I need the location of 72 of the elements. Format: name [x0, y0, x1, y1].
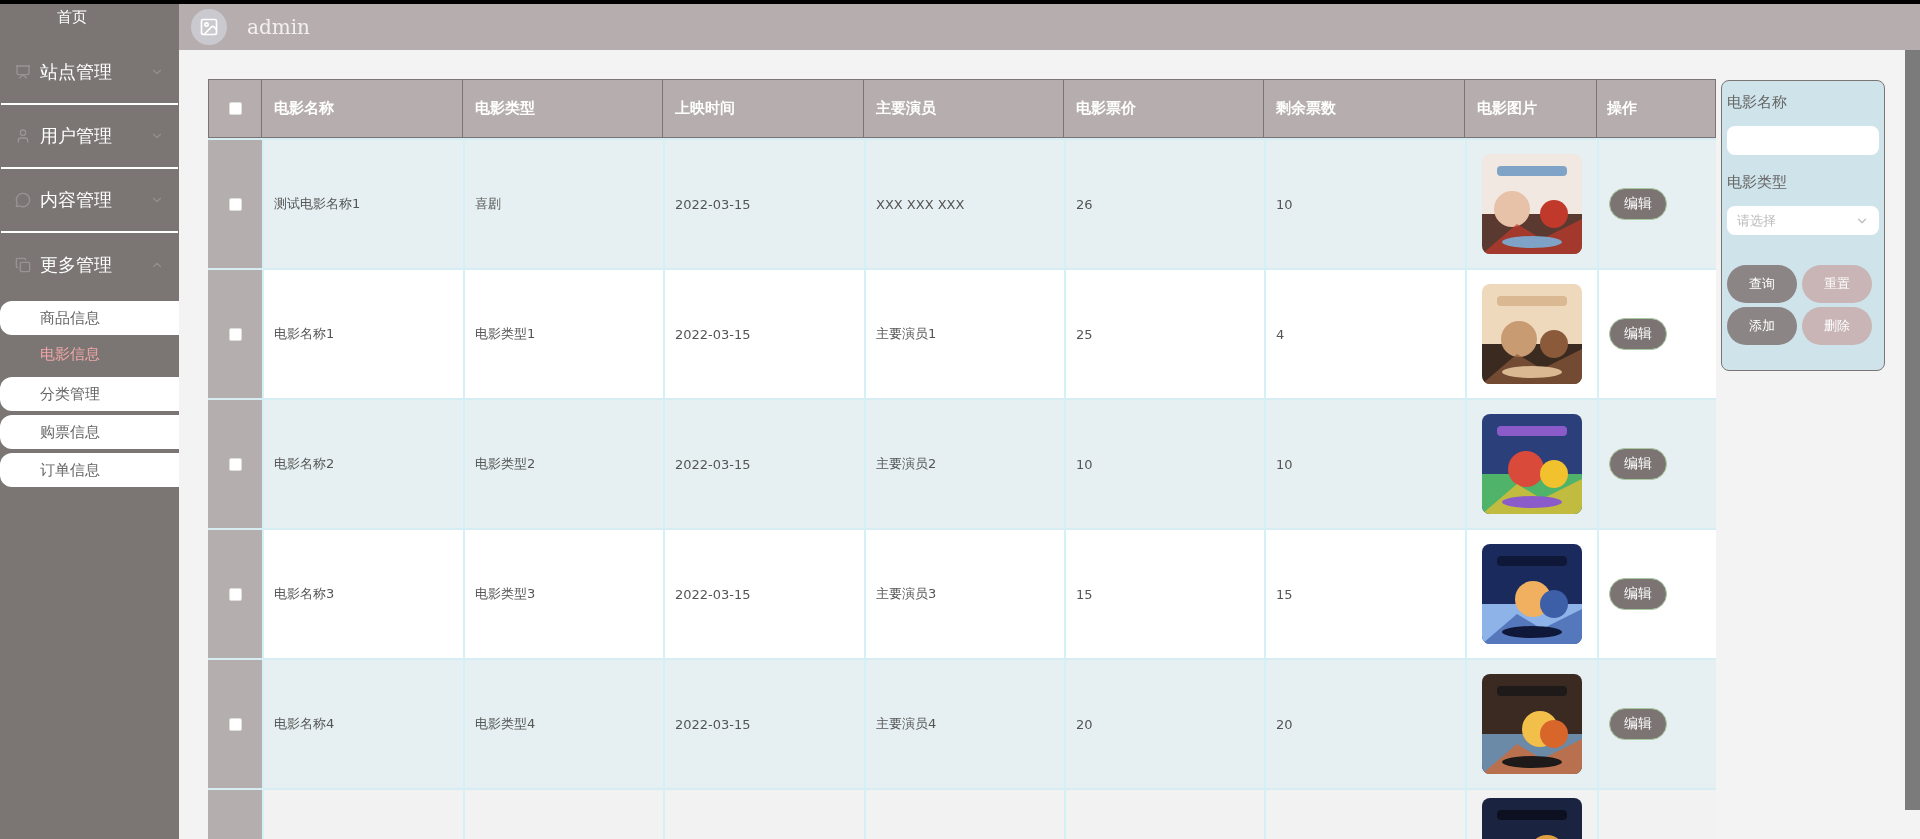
select-all-checkbox[interactable] — [228, 102, 242, 115]
table-cell: 2022-03-15 — [663, 268, 864, 398]
table-cell: 电影名称1 — [262, 268, 463, 398]
column-header: 剩余票数 — [1264, 79, 1465, 138]
menu-item[interactable]: 用户管理 — [1, 105, 178, 169]
row-checkbox[interactable] — [228, 717, 242, 731]
column-header: 电影名称 — [262, 79, 463, 138]
table-cell: 2022-03-15 — [663, 658, 864, 788]
table-cell: 电影名称2 — [262, 398, 463, 528]
table-cell: 10 — [1064, 398, 1264, 528]
field-label: 电影类型 — [1727, 173, 1788, 192]
column-header: 电影图片 — [1465, 79, 1597, 138]
user-name: admin — [247, 15, 310, 39]
edit-button[interactable]: 编辑 — [1609, 448, 1667, 480]
table-cell: 主要演员2 — [864, 398, 1064, 528]
presentation-board-icon — [15, 64, 31, 80]
row-checkbox[interactable] — [228, 327, 242, 341]
table-cell: 电影名称4 — [262, 658, 463, 788]
table-cell: 15 — [1064, 528, 1264, 658]
edit-button[interactable]: 编辑 — [1609, 578, 1667, 610]
table-cell: 电影名称3 — [262, 528, 463, 658]
table-cell: 电影类型3 — [463, 528, 663, 658]
panel-button[interactable]: 查询 — [1727, 265, 1797, 303]
table-cell: 15 — [1264, 528, 1465, 658]
table-cell: 10 — [1264, 138, 1465, 268]
column-header: 电影票价 — [1064, 79, 1264, 138]
edit-button[interactable]: 编辑 — [1609, 708, 1667, 740]
submenu-item[interactable]: 分类管理 — [0, 377, 179, 411]
table-cell: 喜剧 — [463, 138, 663, 268]
table-cell: 4 — [1264, 268, 1465, 398]
table-cell: 25 — [1064, 268, 1264, 398]
column-header: 电影类型 — [463, 79, 663, 138]
table-cell: 2022-03-15 — [663, 138, 864, 268]
avatar[interactable] — [191, 9, 227, 45]
column-header: 主要演员 — [864, 79, 1064, 138]
scrollbar[interactable] — [1905, 50, 1920, 810]
table-cell: 电影类型4 — [463, 658, 663, 788]
table-cell: 10 — [1264, 398, 1465, 528]
copy-icon — [15, 257, 31, 273]
edit-button[interactable]: 编辑 — [1609, 188, 1667, 220]
table-cell: 2022-03-15 — [663, 398, 864, 528]
submenu-item[interactable]: 电影信息 — [0, 335, 179, 373]
field-label: 电影名称 — [1727, 93, 1788, 112]
table-cell: 电影类型1 — [463, 268, 663, 398]
table-cell: 20 — [1064, 658, 1264, 788]
table-cell: 电影类型2 — [463, 398, 663, 528]
table-cell: 2022-03-15 — [663, 528, 864, 658]
row-checkbox[interactable] — [228, 197, 242, 211]
input-field[interactable] — [1727, 126, 1879, 155]
table-cell: XXX XXX XXX — [864, 138, 1064, 268]
table-cell: 26 — [1064, 138, 1264, 268]
panel-button[interactable]: 添加 — [1727, 307, 1797, 345]
table-cell: 20 — [1264, 658, 1465, 788]
submenu-item[interactable]: 商品信息 — [0, 301, 179, 335]
menu-item[interactable]: 内容管理 — [1, 169, 178, 233]
menu-item[interactable]: 更多管理 — [1, 233, 178, 297]
row-checkbox[interactable] — [228, 587, 242, 601]
menu-item[interactable]: 站点管理 — [1, 41, 178, 105]
submenu-item[interactable]: 订单信息 — [0, 453, 179, 487]
row-checkbox[interactable] — [228, 457, 242, 471]
table-cell: 主要演员4 — [864, 658, 1064, 788]
home-link[interactable]: 首页 — [0, 4, 144, 41]
column-header: 操作 — [1597, 79, 1716, 138]
image-icon — [199, 17, 219, 37]
table-cell: 主要演员3 — [864, 528, 1064, 658]
table-cell: 测试电影名称1 — [262, 138, 463, 268]
table-cell: 主要演员1 — [864, 268, 1064, 398]
edit-button[interactable]: 编辑 — [1609, 318, 1667, 350]
chat-icon — [15, 192, 31, 208]
column-header: 上映时间 — [663, 79, 864, 138]
submenu-item[interactable]: 购票信息 — [0, 415, 179, 449]
user-icon — [15, 128, 31, 144]
